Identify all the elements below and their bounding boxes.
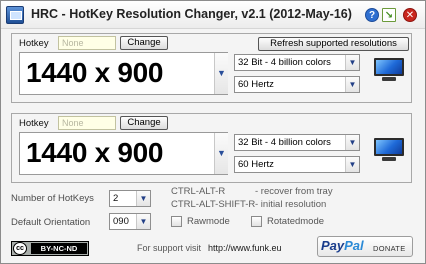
resolution-select[interactable]: 1440 x 900 ▼ <box>19 52 228 95</box>
help-button[interactable]: ? <box>365 8 379 22</box>
rotatedmode-label: Rotatedmode <box>267 216 325 227</box>
chevron-down-icon[interactable]: ▼ <box>345 55 359 70</box>
refresh-resolutions-button[interactable]: Refresh supported resolutions <box>258 37 409 51</box>
rawmode-label: Rawmode <box>187 216 230 227</box>
paypal-logo: PayPal <box>321 238 364 253</box>
orientation-select[interactable]: 090 ▼ <box>109 213 151 230</box>
monitor-icon[interactable] <box>374 58 404 82</box>
monitor-app-icon <box>6 6 24 24</box>
chevron-down-icon[interactable]: ▼ <box>136 191 150 206</box>
hotkey-label: Hotkey <box>19 38 49 49</box>
paypal-logo-pay: Pay <box>321 238 345 253</box>
color-depth-value: 32 Bit - 4 billion colors <box>238 57 331 68</box>
chevron-down-icon[interactable]: ▼ <box>136 214 150 229</box>
hotkey-input[interactable]: None <box>58 36 116 50</box>
monitor-screen <box>374 138 404 156</box>
chevron-down-icon[interactable]: ▼ <box>345 135 359 150</box>
close-button[interactable]: ✕ <box>403 8 417 22</box>
orientation-label: Default Orientation <box>11 217 91 228</box>
window-title: HRC - HotKey Resolution Changer, v2.1 (2… <box>31 7 352 21</box>
chevron-down-icon[interactable]: ▼ <box>345 157 359 172</box>
cc-license-badge[interactable]: cc BY-NC-ND <box>11 241 89 256</box>
monitor-icon[interactable] <box>374 138 404 162</box>
monitor-stand <box>382 157 396 161</box>
num-hotkeys-value: 2 <box>113 193 119 204</box>
chevron-down-icon[interactable]: ▼ <box>345 77 359 92</box>
frequency-select[interactable]: 60 Hertz ▼ <box>234 76 360 93</box>
rawmode-checkbox[interactable] <box>171 216 182 227</box>
hint-keys: CTRL-ALT-SHIFT-R <box>171 199 256 210</box>
hotkey-group-2: Hotkey None Change 1440 x 900 ▼ 32 Bit -… <box>11 113 412 183</box>
cc-license-text: BY-NC-ND <box>31 243 87 254</box>
frequency-value: 60 Hertz <box>238 159 274 170</box>
change-hotkey-button[interactable]: Change <box>120 116 168 130</box>
orientation-value: 090 <box>113 216 129 227</box>
resolution-select[interactable]: 1440 x 900 ▼ <box>19 132 228 175</box>
num-hotkeys-select[interactable]: 2 ▼ <box>109 190 151 207</box>
minimize-to-tray-button[interactable]: ↘ <box>382 8 396 22</box>
hint-desc: - recover from tray <box>255 186 333 197</box>
frequency-select[interactable]: 60 Hertz ▼ <box>234 156 360 173</box>
hint-recover: CTRL-ALT-R - recover from tray <box>171 186 333 197</box>
num-hotkeys-label: Number of HotKeys <box>11 193 94 204</box>
frequency-value: 60 Hertz <box>238 79 274 90</box>
color-depth-select[interactable]: 32 Bit - 4 billion colors ▼ <box>234 134 360 151</box>
monitor-screen <box>374 58 404 76</box>
hint-desc: - initial resolution <box>255 199 327 210</box>
hotkey-label: Hotkey <box>19 118 49 129</box>
hotkey-input[interactable]: None <box>58 116 116 130</box>
color-depth-select[interactable]: 32 Bit - 4 billion colors ▼ <box>234 54 360 71</box>
hotkey-group-1: Hotkey None Change Refresh supported res… <box>11 33 412 103</box>
hint-keys: CTRL-ALT-R <box>171 186 226 197</box>
donate-label: DONATE <box>373 244 406 253</box>
change-hotkey-button[interactable]: Change <box>120 36 168 50</box>
support-link[interactable]: http://www.funk.eu <box>208 243 282 253</box>
color-depth-value: 32 Bit - 4 billion colors <box>238 137 331 148</box>
paypal-logo-pal: Pal <box>344 238 364 253</box>
rotatedmode-checkbox[interactable] <box>251 216 262 227</box>
paypal-donate-button[interactable]: PayPal DONATE <box>317 236 413 257</box>
chevron-down-icon[interactable]: ▼ <box>214 133 228 174</box>
chevron-down-icon[interactable]: ▼ <box>214 53 228 94</box>
title-bar: HRC - HotKey Resolution Changer, v2.1 (2… <box>1 1 425 29</box>
cc-icon: cc <box>13 242 27 255</box>
resolution-value: 1440 x 900 <box>26 57 164 88</box>
resolution-value: 1440 x 900 <box>26 137 164 168</box>
support-text: For support visit <box>137 243 202 253</box>
app-window: HRC - HotKey Resolution Changer, v2.1 (2… <box>0 0 426 264</box>
monitor-stand <box>382 77 396 81</box>
hint-initial: CTRL-ALT-SHIFT-R - initial resolution <box>171 199 326 210</box>
